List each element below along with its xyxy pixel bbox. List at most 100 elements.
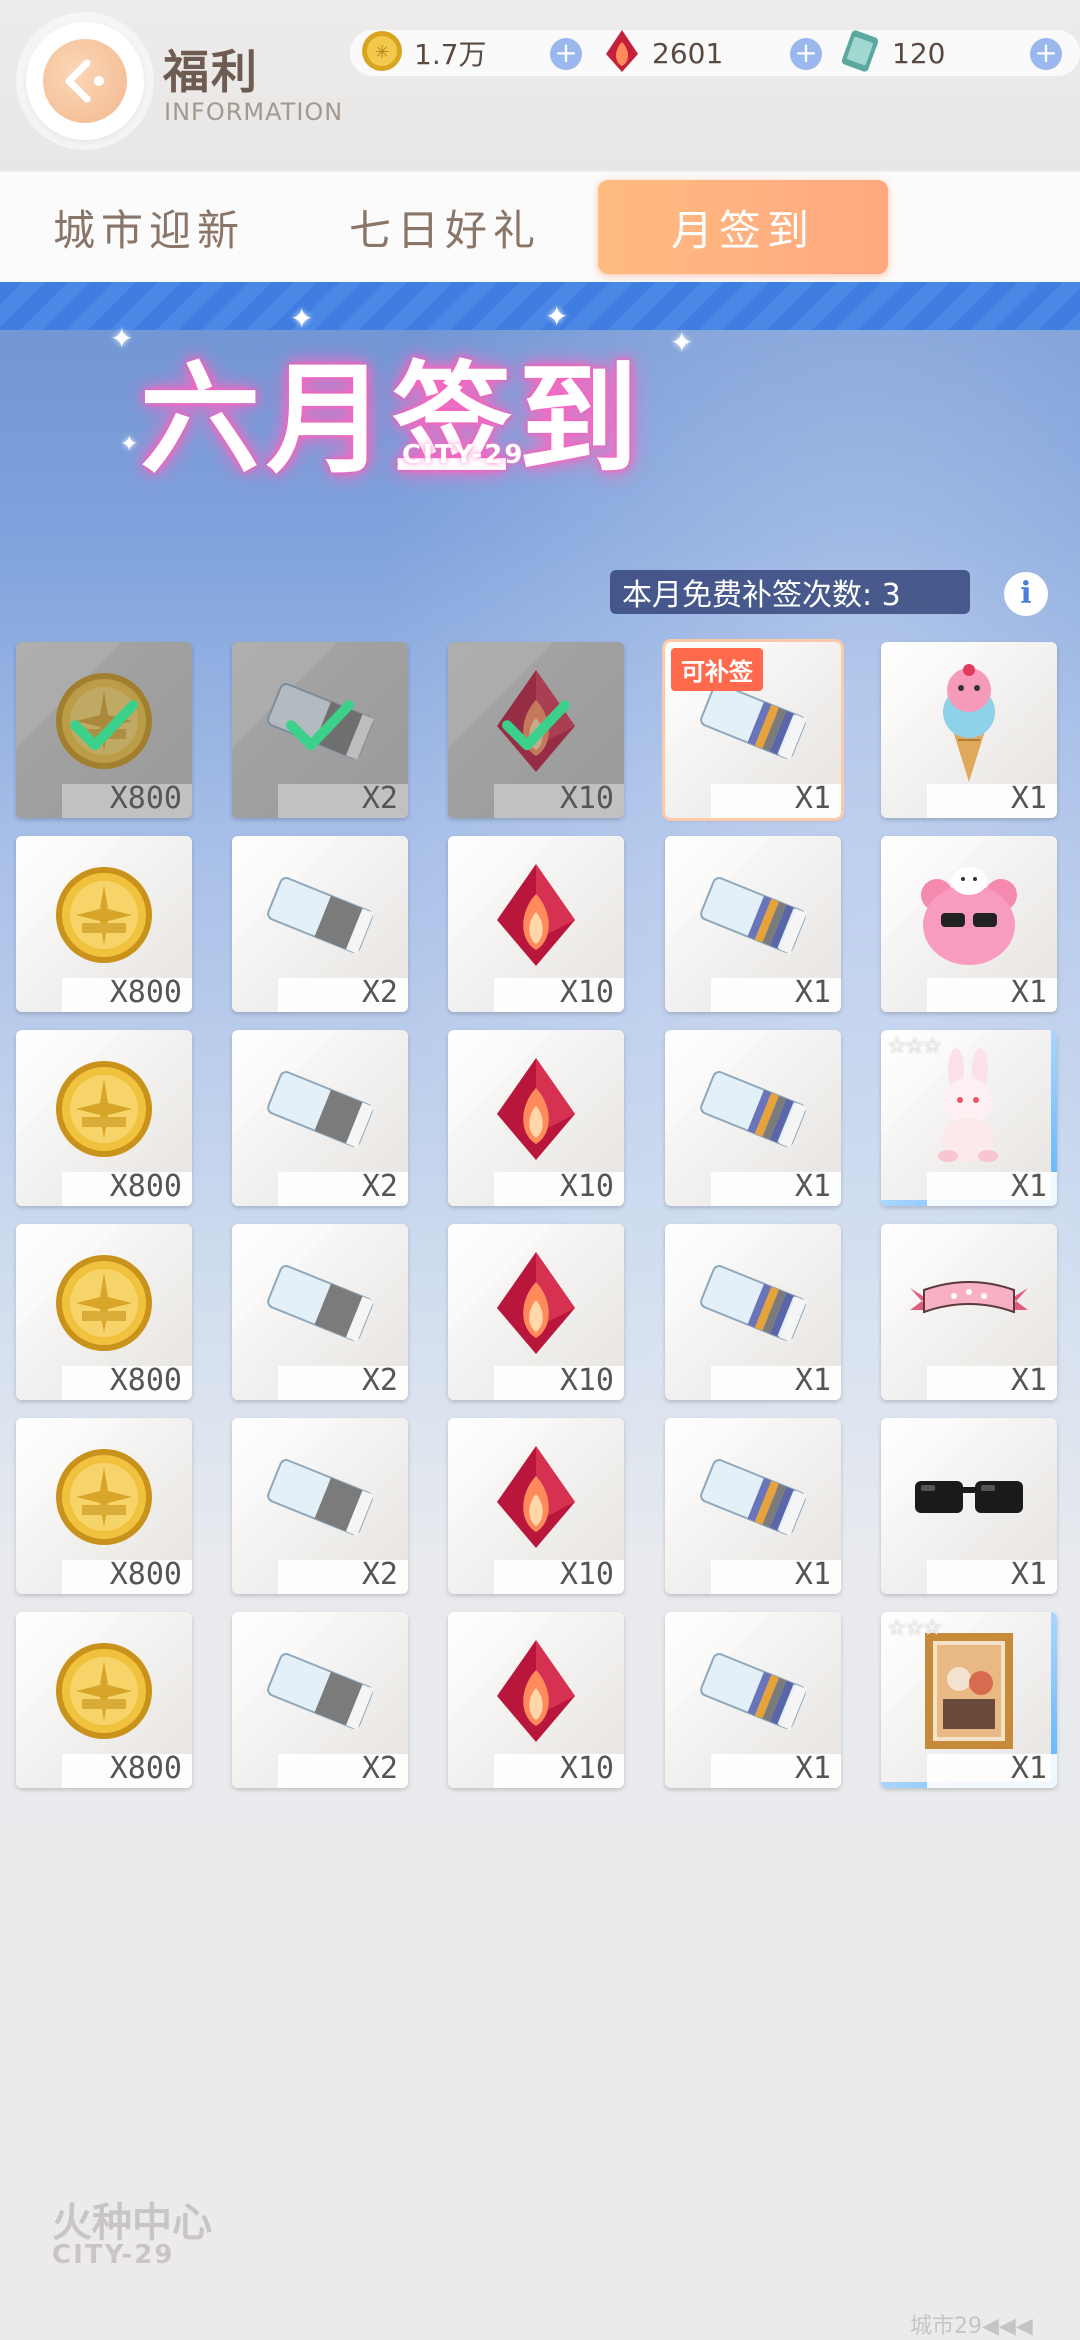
reward-cell[interactable]: X10 xyxy=(448,1224,624,1400)
white-box-gray-icon xyxy=(265,1263,375,1347)
white-box-gray-icon xyxy=(265,875,375,959)
reward-cell[interactable]: X2 xyxy=(232,836,408,1012)
reward-cell[interactable]: X1 xyxy=(881,642,1057,818)
gold-coin-icon xyxy=(52,1639,156,1747)
footer-logo-sub: CITY-29 xyxy=(52,2240,175,2270)
reward-cell[interactable]: X2 xyxy=(232,1612,408,1788)
reward-quantity: X1 xyxy=(1010,1557,1047,1592)
gold-value: 1.7万 xyxy=(414,38,487,71)
rarity-stars-icon: ☆☆☆ xyxy=(887,1616,942,1641)
reward-cell[interactable]: X10 xyxy=(448,1418,624,1594)
reward-quantity: X2 xyxy=(361,1169,398,1204)
reward-cell[interactable]: X1 xyxy=(665,1612,841,1788)
back-arrow-icon xyxy=(43,39,127,123)
banner-subtitle: CITY-29 xyxy=(402,440,525,470)
reward-cell[interactable]: X10 xyxy=(448,1612,624,1788)
crystal-value: 2601 xyxy=(652,36,724,70)
add-gold-button[interactable]: + xyxy=(550,38,582,70)
reward-cell[interactable]: X1 xyxy=(881,1418,1057,1594)
white-box-striped-icon xyxy=(698,681,808,765)
reward-cell[interactable]: X800 xyxy=(16,1418,192,1594)
reward-quantity: X2 xyxy=(361,1557,398,1592)
reward-quantity: X10 xyxy=(559,1557,614,1592)
signin-panel: ✦ ✦ ✦ ✦ ✦ 六月签到 CITY-29 本月免费补签次数: 3 i X80… xyxy=(0,282,1080,2340)
tab-seven-day-gift[interactable]: 七日好礼 xyxy=(300,180,590,274)
tab-bar: 城市迎新 七日好礼 月签到 xyxy=(0,172,1080,282)
ribbon-banner-icon xyxy=(904,1268,1034,1342)
reward-quantity: X1 xyxy=(794,1751,831,1786)
free-makeup-count: 本月免费补签次数: 3 xyxy=(610,570,970,614)
add-crystal-button[interactable]: + xyxy=(790,38,822,70)
page-subtitle: INFORMATION xyxy=(164,98,344,126)
reward-quantity: X1 xyxy=(1010,1363,1047,1398)
reward-quantity: X1 xyxy=(1010,1169,1047,1204)
footer-text: 城市29◀◀◀ xyxy=(910,2314,1033,2339)
reward-cell[interactable]: X1 可补签 xyxy=(665,642,841,818)
reward-cell[interactable]: X1 xyxy=(665,1030,841,1206)
reward-cell[interactable]: X800 xyxy=(16,1224,192,1400)
reward-cell[interactable]: X10 xyxy=(448,642,624,818)
sunglasses-icon xyxy=(909,1467,1029,1531)
reward-cell[interactable]: X1 xyxy=(881,1224,1057,1400)
reward-cell[interactable]: X1 xyxy=(881,836,1057,1012)
reward-quantity: X800 xyxy=(109,975,182,1010)
red-crystal-icon xyxy=(491,1054,581,1168)
reward-cell[interactable]: X800 xyxy=(16,642,192,818)
reward-cell[interactable]: X2 xyxy=(232,1224,408,1400)
sparkle-icon: ✦ xyxy=(110,322,134,355)
reward-cell[interactable]: X1 xyxy=(665,836,841,1012)
reward-quantity: X10 xyxy=(559,1363,614,1398)
reward-quantity: X800 xyxy=(109,1557,182,1592)
reward-cell[interactable]: X2 xyxy=(232,1418,408,1594)
reward-cell[interactable]: X2 xyxy=(232,1030,408,1206)
reward-quantity: X1 xyxy=(794,781,831,816)
sparkle-icon: ✦ xyxy=(670,326,694,359)
gold-coin-icon xyxy=(52,863,156,971)
red-crystal-icon xyxy=(602,28,642,78)
currency-ticket: 120 xyxy=(838,30,945,76)
reward-quantity: X800 xyxy=(109,1169,182,1204)
page-title: 福利 xyxy=(163,45,259,99)
reward-quantity: X10 xyxy=(559,975,614,1010)
reward-cell[interactable]: X800 xyxy=(16,1612,192,1788)
reward-quantity: X10 xyxy=(559,1169,614,1204)
currency-bar: ✳ 1.7万 + 2601 + 120 + xyxy=(350,30,1080,76)
reward-cell[interactable]: X1 xyxy=(665,1418,841,1594)
gold-coin-icon xyxy=(52,1251,156,1359)
header: 福利 INFORMATION ✳ 1.7万 + 2601 + 120 + xyxy=(0,0,1080,170)
reward-cell[interactable]: ☆☆☆ X1 xyxy=(881,1030,1057,1206)
reward-cell[interactable]: X800 xyxy=(16,1030,192,1206)
reward-cell[interactable]: X1 xyxy=(665,1224,841,1400)
currency-gold: ✳ 1.7万 xyxy=(360,30,487,76)
reward-quantity: X1 xyxy=(1010,1751,1047,1786)
white-box-striped-icon xyxy=(698,1069,808,1153)
currency-crystal: 2601 xyxy=(602,30,723,76)
makeup-signin-badge: 可补签 xyxy=(671,648,763,691)
gold-coin-icon: ✳ xyxy=(360,29,404,77)
bunny-figure-icon xyxy=(914,1044,1024,1178)
add-ticket-button[interactable]: + xyxy=(1030,38,1062,70)
checkmark-icon xyxy=(69,695,139,755)
reward-quantity: X10 xyxy=(559,1751,614,1786)
reward-cell[interactable]: X10 xyxy=(448,1030,624,1206)
gold-coin-icon xyxy=(52,1445,156,1553)
tab-monthly-signin[interactable]: 月签到 xyxy=(598,180,888,274)
reward-quantity: X1 xyxy=(794,1169,831,1204)
reward-quantity: X2 xyxy=(361,975,398,1010)
red-crystal-icon xyxy=(491,1442,581,1556)
ice-cream-icon xyxy=(914,656,1024,790)
reward-cell[interactable]: X10 xyxy=(448,836,624,1012)
white-box-striped-icon xyxy=(698,1263,808,1347)
reward-cell[interactable]: X2 xyxy=(232,642,408,818)
ticket-card-icon xyxy=(838,29,882,77)
reward-quantity: X800 xyxy=(109,1751,182,1786)
reward-cell[interactable]: X800 xyxy=(16,836,192,1012)
red-crystal-icon xyxy=(491,1248,581,1362)
svg-text:✳: ✳ xyxy=(374,42,389,63)
reward-cell[interactable]: ☆☆☆ X1 xyxy=(881,1612,1057,1788)
pink-bear-icon xyxy=(909,855,1029,979)
sparkle-icon: ✦ xyxy=(120,432,139,457)
info-icon[interactable]: i xyxy=(1004,572,1048,616)
back-button[interactable] xyxy=(26,22,144,140)
tab-city-welcome[interactable]: 城市迎新 xyxy=(4,180,294,274)
